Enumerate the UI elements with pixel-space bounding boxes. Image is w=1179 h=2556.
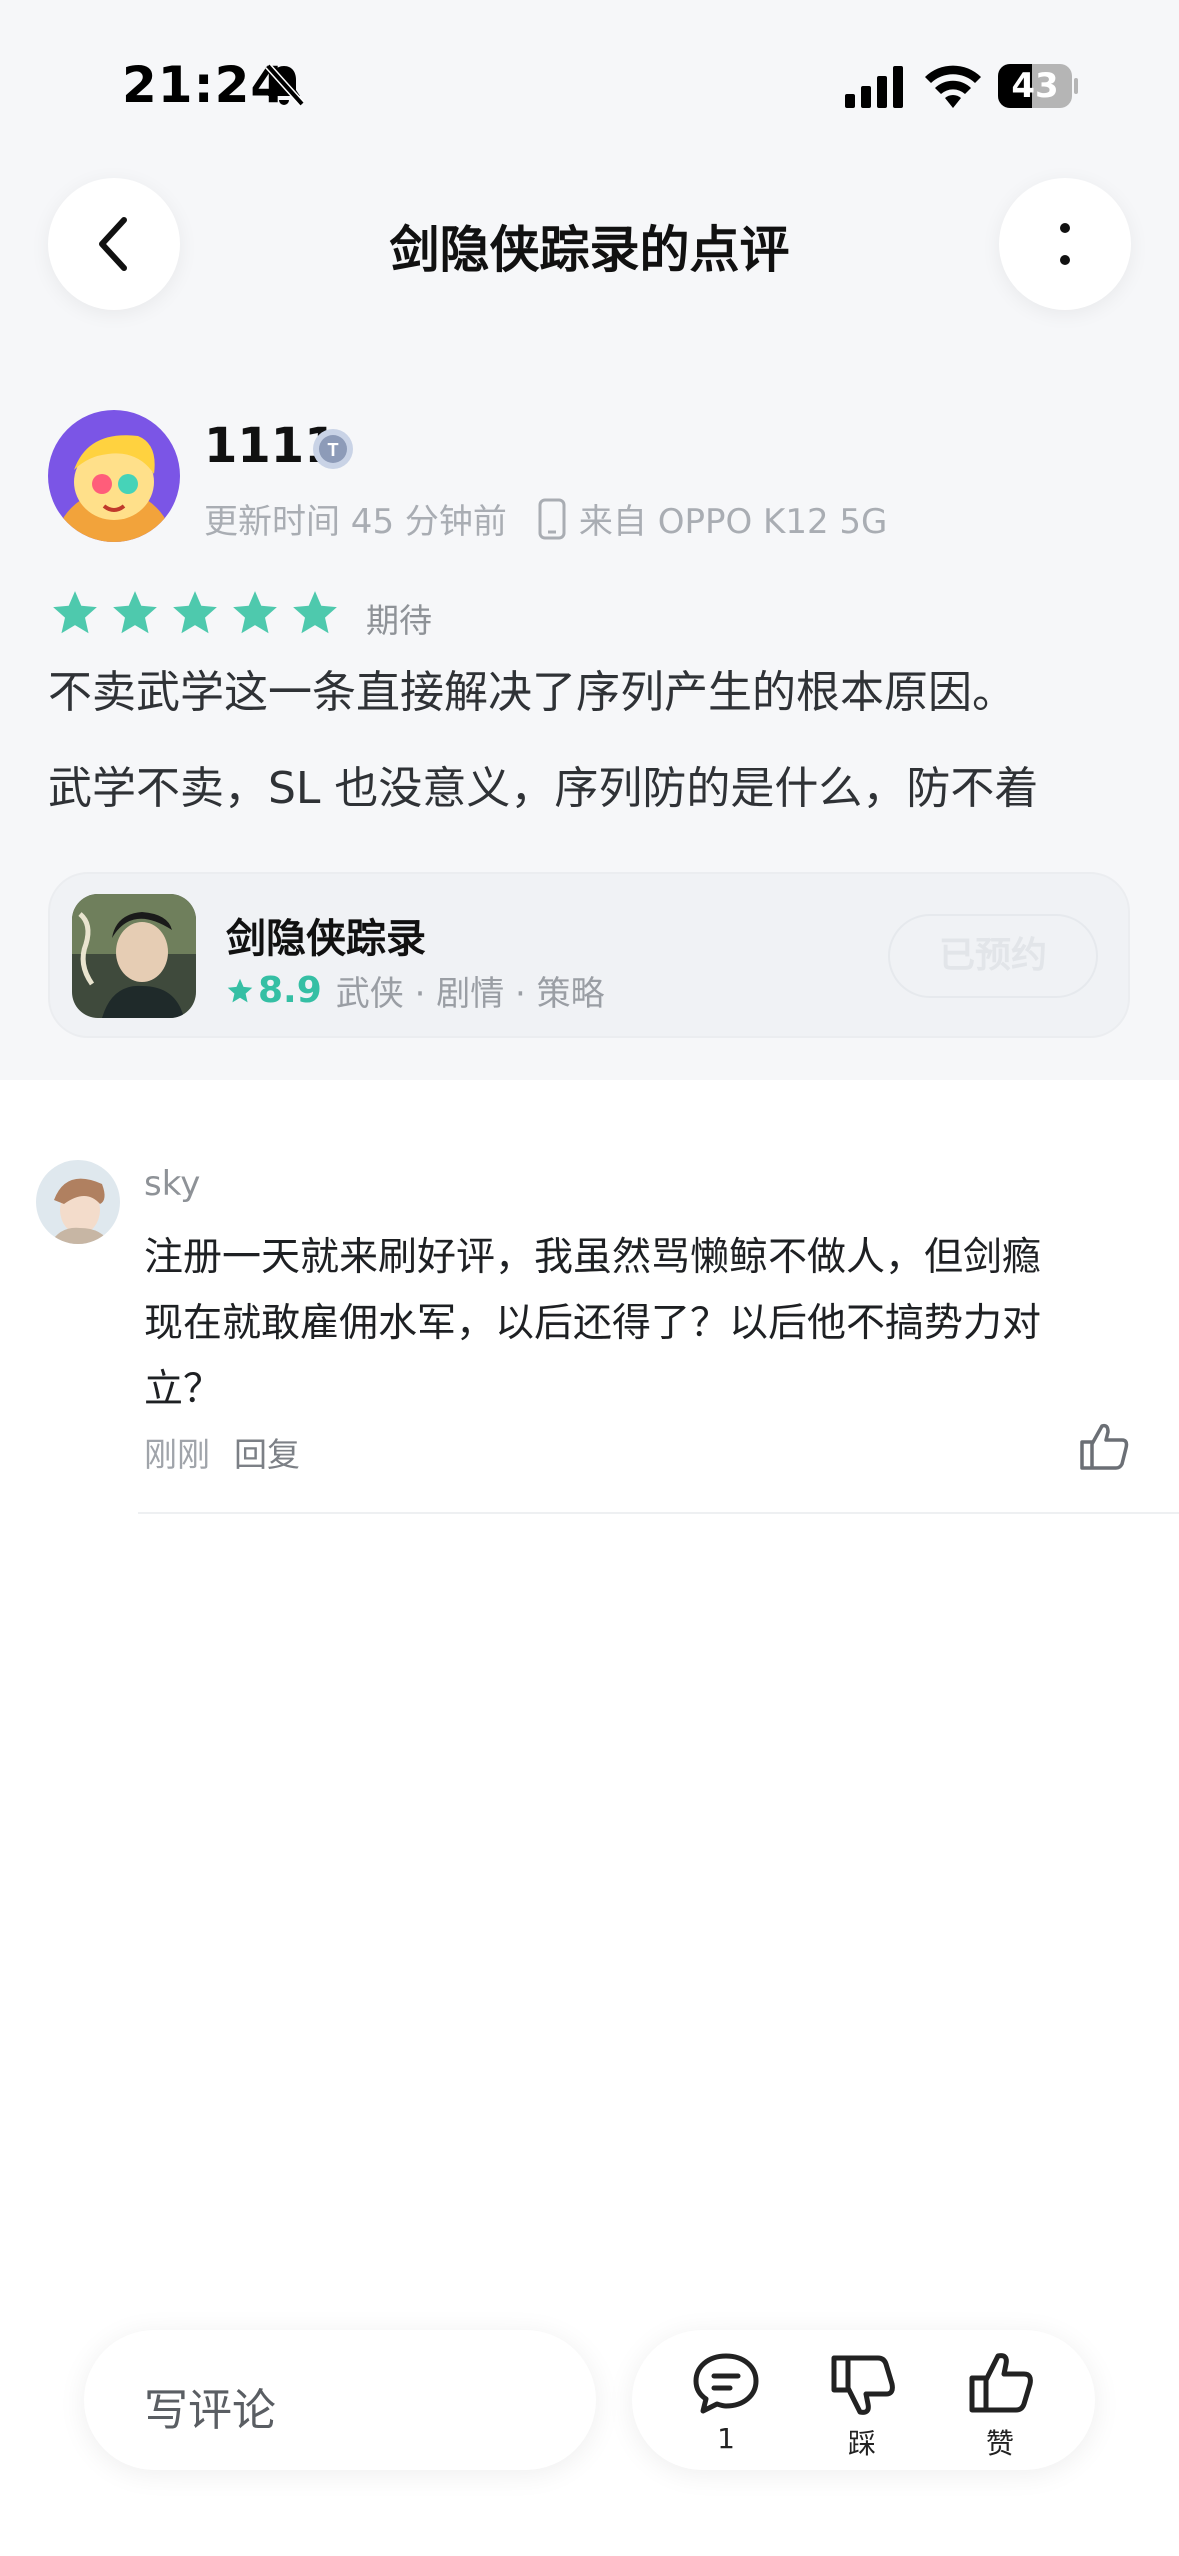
comment-bubble-icon [693, 2353, 759, 2414]
write-comment-input[interactable]: 写评论 [84, 2330, 596, 2470]
game-icon [72, 894, 196, 1018]
score-star-icon [227, 978, 253, 1002]
game-meta: 8.9 武侠 · 剧情 · 策略 [226, 966, 605, 1015]
level-badge-icon: T [313, 429, 353, 469]
rating-label: 期待 [366, 601, 432, 640]
rating-stars [50, 588, 350, 638]
review-text-line: 不卖武学这一条直接解决了序列产生的根本原因。 [48, 667, 1016, 718]
thumbs-up-icon [969, 2353, 1033, 2413]
comment-text-line: 现在就敢雇佣水军，以后还得了？以后他不搞势力对 [144, 1301, 1042, 1346]
svg-text:T: T [328, 440, 339, 460]
status-bar: 21:24 43 [0, 0, 1179, 170]
comment-text-line: 立？ [144, 1367, 223, 1412]
game-card[interactable]: 剑隐侠踪录 8.9 武侠 · 剧情 · 策略 已预约 [48, 872, 1130, 1038]
cellular-signal-icon [845, 66, 903, 108]
commenter-avatar[interactable] [36, 1160, 120, 1244]
comment-time: 刚刚 [144, 1435, 210, 1474]
action-bar: 1 踩 赞 [632, 2330, 1095, 2470]
write-comment-placeholder: 写评论 [144, 2385, 276, 2436]
author-avatar[interactable] [48, 410, 180, 542]
dislike-button[interactable]: 踩 [812, 2350, 912, 2462]
review-meta: 更新时间 45 分钟前 来自 OPPO K12 5G [204, 494, 887, 543]
game-score: 8.9 [258, 970, 322, 1011]
comment-button[interactable]: 1 [676, 2350, 776, 2455]
comment-divider [138, 1512, 1179, 1514]
comment-like-icon[interactable] [1076, 1418, 1132, 1474]
reserved-button[interactable]: 已预约 [888, 914, 1098, 998]
thumbs-down-icon [831, 2355, 895, 2415]
game-tags: 武侠 · 剧情 · 策略 [335, 974, 605, 1014]
comment-text-line: 注册一天就来刷好评，我虽然骂懒鲸不做人，但剑瘾 [144, 1235, 1042, 1280]
commenter-name[interactable]: sky [144, 1164, 200, 1204]
review-text-line: 武学不卖，SL 也没意义，序列防的是什么，防不着 [48, 763, 1039, 814]
battery-level: 43 [1011, 66, 1059, 106]
update-time: 更新时间 45 分钟前 [204, 502, 507, 542]
bell-muted-icon [265, 63, 305, 107]
comment-reply-button[interactable]: 回复 [234, 1428, 300, 1476]
phone-icon [538, 498, 566, 539]
page-title: 剑隐侠踪录的点评 [389, 221, 790, 279]
device-info: 来自 OPPO K12 5G [578, 502, 888, 542]
more-vertical-icon [1060, 223, 1070, 265]
rating-star-icon [53, 591, 97, 634]
like-label: 赞 [985, 2427, 1014, 2460]
dislike-label: 踩 [847, 2427, 876, 2460]
rating-star-icon [173, 591, 217, 634]
rating-star-icon [233, 591, 277, 634]
chevron-left-icon [99, 217, 127, 271]
more-button[interactable] [999, 178, 1131, 310]
back-button[interactable] [48, 178, 180, 310]
rating-star-icon [293, 591, 337, 634]
wifi-icon [925, 65, 981, 108]
game-name: 剑隐侠踪录 [226, 916, 426, 962]
comment-count: 1 [717, 2422, 735, 2455]
rating-star-icon [113, 591, 157, 634]
like-button[interactable]: 赞 [950, 2350, 1050, 2462]
